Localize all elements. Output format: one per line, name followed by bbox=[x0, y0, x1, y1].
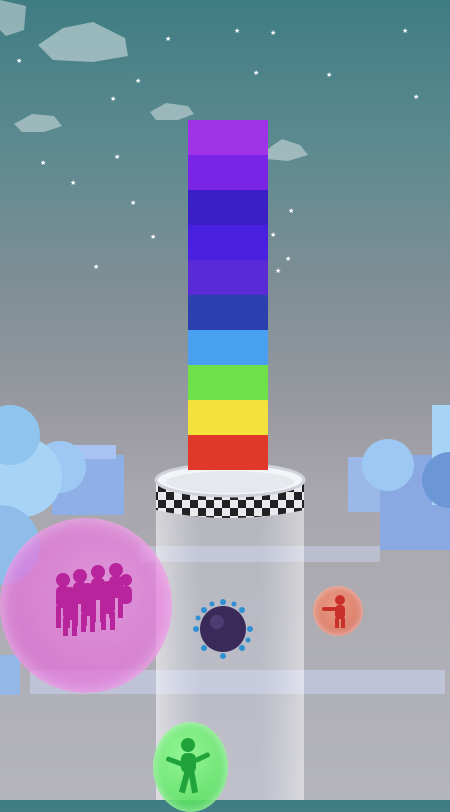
cloud bbox=[262, 139, 308, 161]
star-icon: ★ bbox=[234, 28, 241, 35]
tower-block bbox=[188, 435, 268, 470]
cloud bbox=[14, 114, 62, 132]
game-scene[interactable]: ★ ★ ★ ★ ★ ★ ★ ★ ★ ★ ★ ★ ★ ★ ★ ★ ★ ★ ★ ★ bbox=[0, 0, 450, 812]
star-icon: ★ bbox=[285, 256, 292, 263]
star-icon: ★ bbox=[130, 200, 137, 207]
star-icon: ★ bbox=[270, 232, 277, 239]
tower-block bbox=[188, 155, 268, 190]
cloud bbox=[0, 0, 26, 36]
star-icon: ★ bbox=[114, 154, 121, 161]
cloud bbox=[38, 22, 128, 62]
star-icon: ★ bbox=[402, 28, 409, 35]
rainbow-tower bbox=[188, 120, 268, 470]
tower-block bbox=[188, 400, 268, 435]
tower-block bbox=[188, 260, 268, 295]
red-figure bbox=[322, 595, 345, 628]
star-icon: ★ bbox=[135, 78, 142, 85]
star-icon: ★ bbox=[40, 160, 47, 167]
spike-ball bbox=[193, 599, 253, 659]
tower-block bbox=[188, 120, 268, 155]
star-icon: ★ bbox=[165, 36, 172, 43]
star-icon: ★ bbox=[275, 268, 282, 275]
star-icon: ★ bbox=[150, 234, 157, 241]
star-icon: ★ bbox=[326, 72, 333, 79]
star-icon: ★ bbox=[93, 264, 100, 271]
star-icon: ★ bbox=[16, 58, 23, 65]
tower-block bbox=[188, 190, 268, 225]
cloud bbox=[150, 103, 194, 120]
tower-block bbox=[188, 330, 268, 365]
star-icon: ★ bbox=[413, 94, 420, 101]
star-icon: ★ bbox=[253, 70, 260, 77]
tower-block bbox=[188, 365, 268, 400]
tower-block bbox=[188, 225, 268, 260]
star-icon: ★ bbox=[270, 30, 277, 37]
crowd-figures bbox=[56, 563, 132, 636]
star-icon: ★ bbox=[288, 208, 295, 215]
star-icon: ★ bbox=[70, 180, 77, 187]
tower-block bbox=[188, 295, 268, 330]
green-player-figure bbox=[166, 738, 210, 794]
star-icon: ★ bbox=[110, 96, 117, 103]
